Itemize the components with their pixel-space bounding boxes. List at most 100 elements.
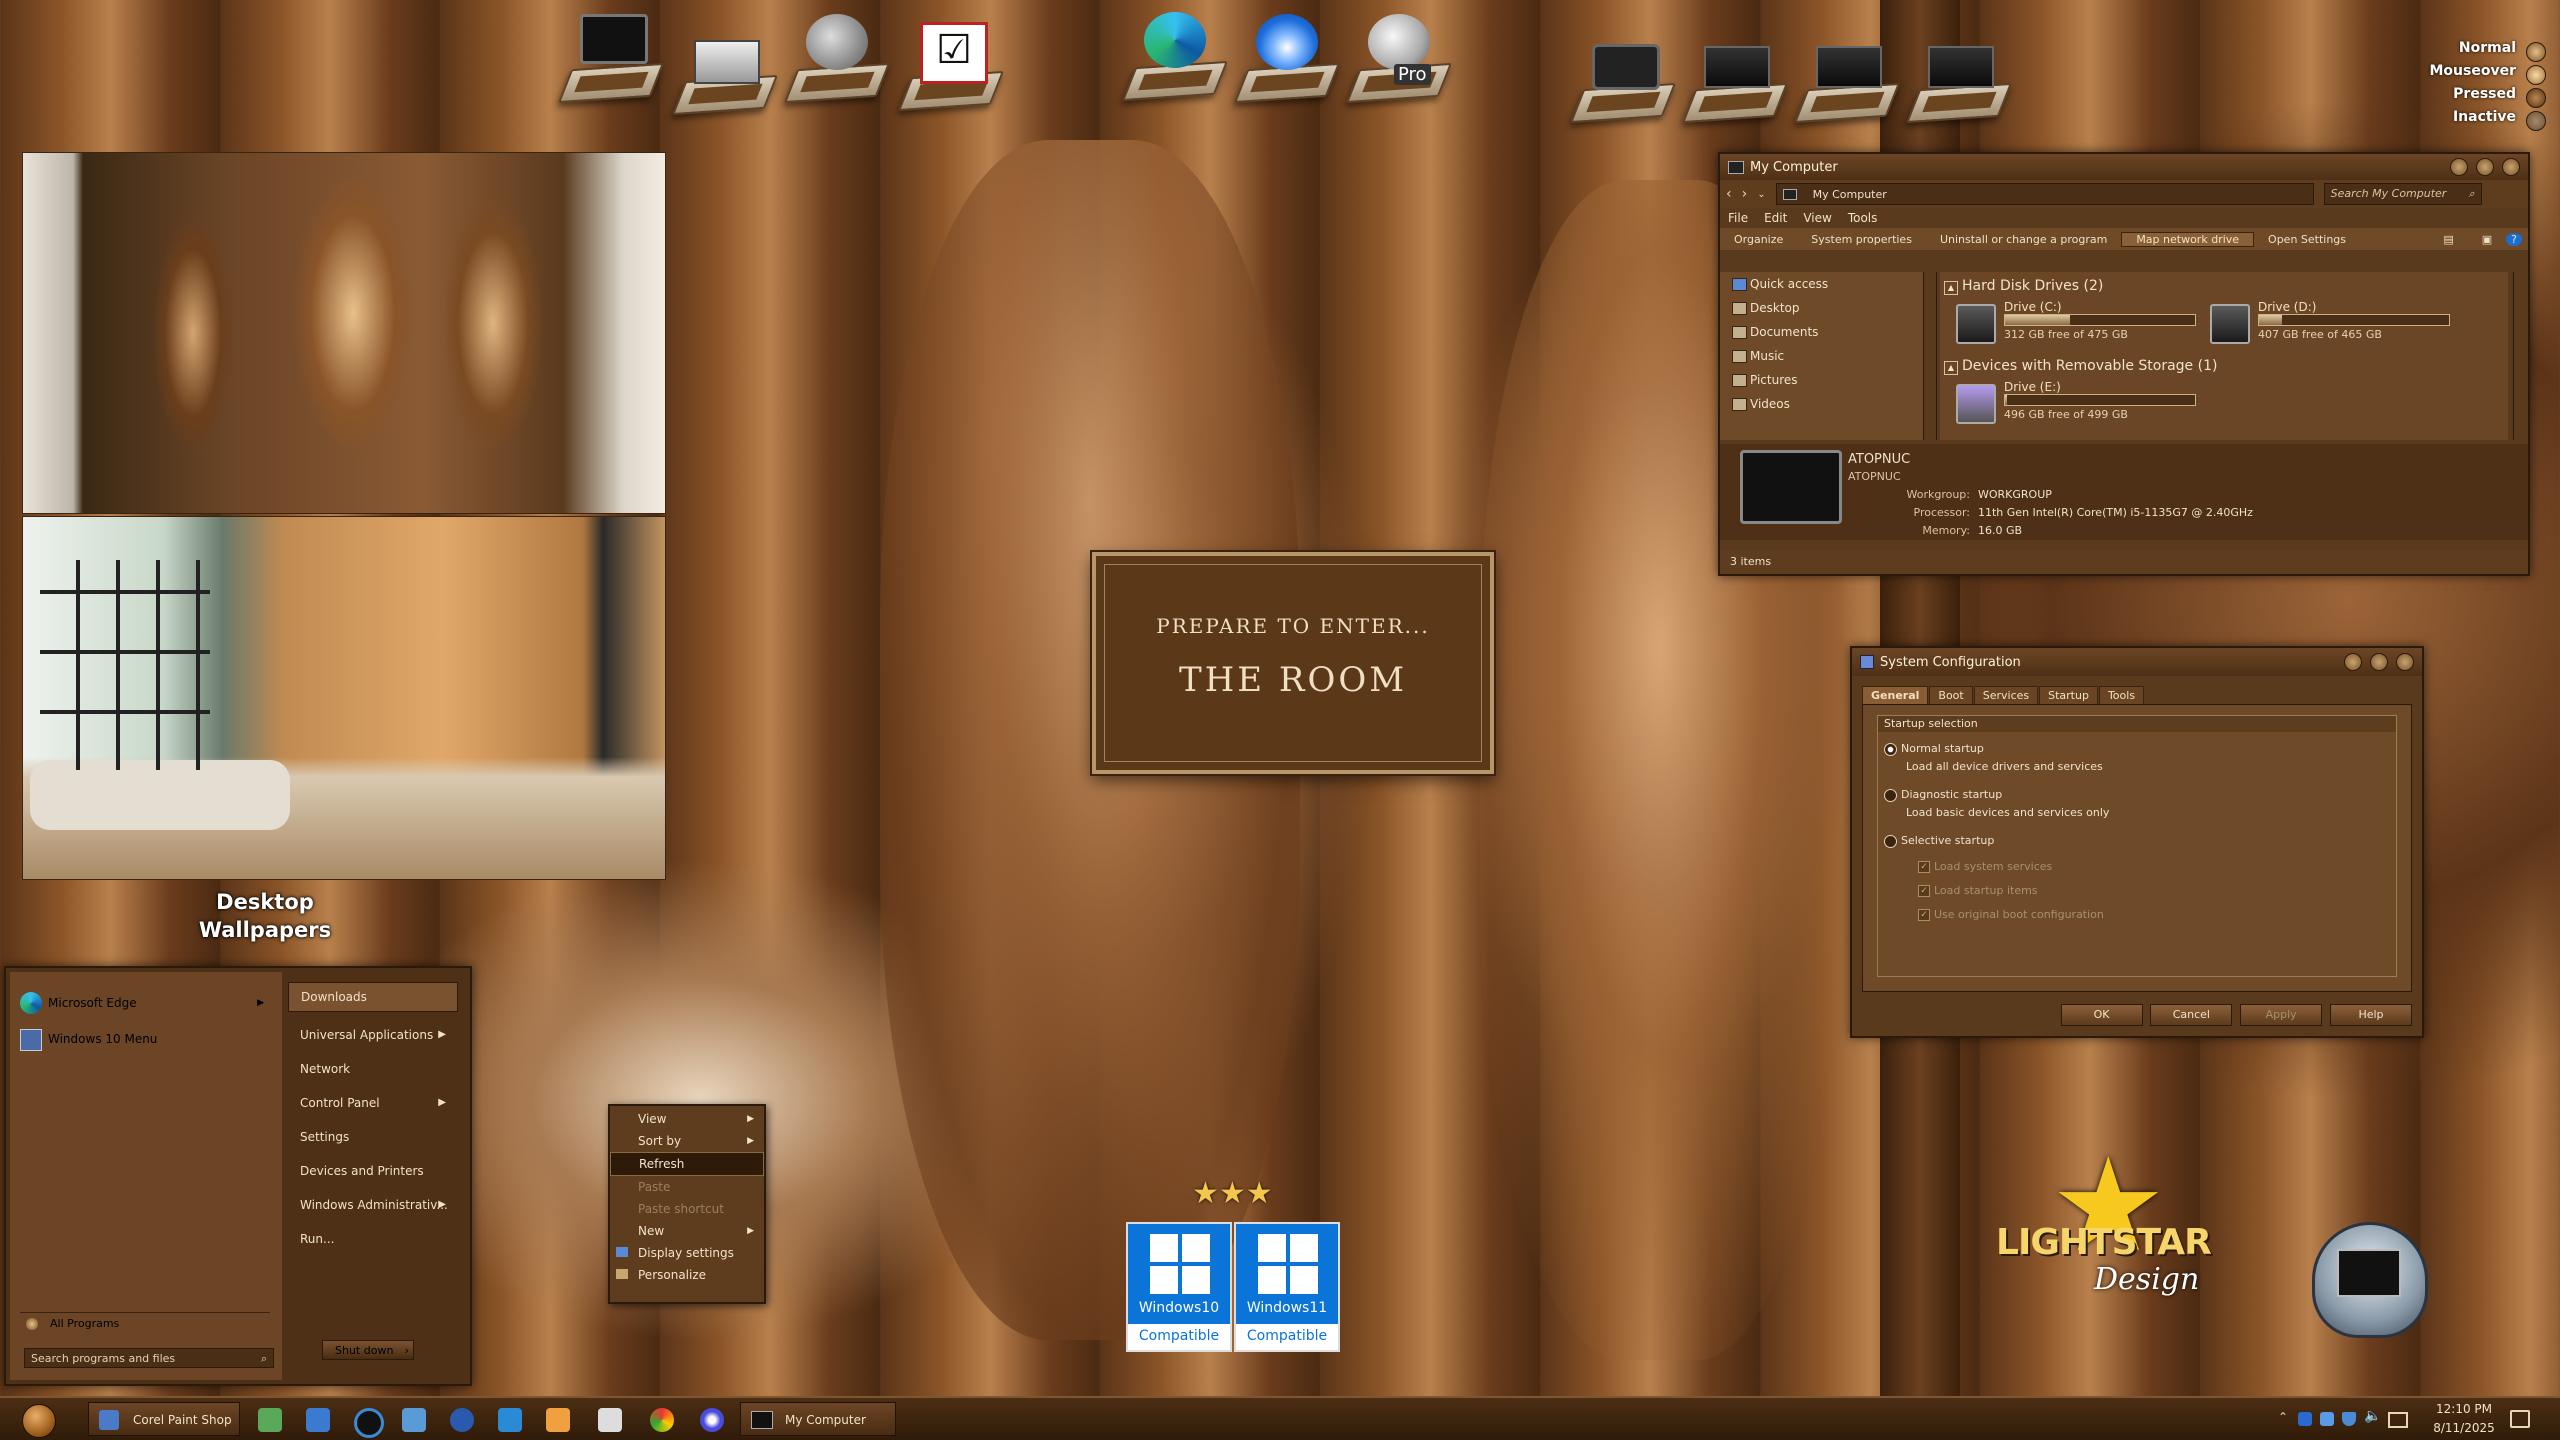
taskbar-item-corel[interactable]: Corel Paint Shop P... bbox=[88, 1402, 240, 1436]
nav-pictures[interactable]: Pictures bbox=[1720, 368, 1936, 392]
help-icon[interactable]: ? bbox=[2506, 232, 2522, 246]
nav-scrollbar[interactable] bbox=[1923, 272, 1936, 440]
recycle-bin-icon[interactable] bbox=[2312, 1222, 2428, 1338]
uninstall-button[interactable]: Uninstall or change a program bbox=[1926, 233, 2121, 246]
nav-desktop[interactable]: Desktop bbox=[1720, 296, 1936, 320]
ctx-refresh[interactable]: Refresh bbox=[610, 1152, 764, 1176]
taskbar-shield-icon[interactable] bbox=[598, 1408, 622, 1432]
drive-c[interactable]: Drive (C:) 312 GB free of 475 GB bbox=[1956, 300, 2216, 346]
title-bar[interactable]: My Computer bbox=[1720, 154, 2528, 180]
minimize-button[interactable] bbox=[2344, 653, 2362, 671]
taskbar-layers-icon[interactable] bbox=[498, 1408, 522, 1432]
drive-d[interactable]: Drive (D:) 407 GB free of 465 GB bbox=[2210, 300, 2470, 346]
load-startup-items-check[interactable]: ✓ Load startup items bbox=[1918, 884, 2038, 897]
ctx-display-settings[interactable]: Display settings bbox=[610, 1242, 764, 1264]
printer-desktop-icon[interactable] bbox=[671, 20, 779, 118]
taskbar-firefox-icon[interactable] bbox=[700, 1408, 724, 1432]
tab-general[interactable]: General bbox=[1862, 686, 1929, 704]
nav-quick-access[interactable]: Quick access bbox=[1720, 272, 1936, 296]
network-icon[interactable] bbox=[2388, 1412, 2408, 1428]
shutdown-button[interactable]: Shut down › bbox=[322, 1340, 414, 1360]
search-input[interactable]: Search My Computer ⌕ bbox=[2323, 183, 2482, 205]
close-button[interactable] bbox=[2502, 158, 2520, 176]
ctx-sort-by[interactable]: Sort by ▶ bbox=[610, 1130, 764, 1152]
tray-app-icon[interactable] bbox=[2298, 1412, 2312, 1426]
system-properties-button[interactable]: System properties bbox=[1797, 233, 1926, 246]
tab-boot[interactable]: Boot bbox=[1929, 686, 1973, 704]
removable-group-header[interactable]: ▲ Devices with Removable Storage (1) bbox=[1944, 358, 2217, 375]
minimize-button[interactable] bbox=[2450, 158, 2468, 176]
ctx-view[interactable]: View ▶ bbox=[610, 1108, 764, 1130]
organize-button[interactable]: Organize bbox=[1720, 233, 1797, 246]
ok-button[interactable]: OK bbox=[2060, 1004, 2143, 1026]
taskbar-item-my-computer[interactable]: My Computer bbox=[740, 1402, 896, 1436]
start-control-panel[interactable]: Control Panel ▶ bbox=[288, 1086, 458, 1120]
start-downloads[interactable]: Downloads bbox=[288, 982, 458, 1012]
cancel-button[interactable]: Cancel bbox=[2150, 1004, 2233, 1026]
tab-tools[interactable]: Tools bbox=[2098, 686, 2145, 704]
taskbar-windows-icon[interactable] bbox=[402, 1408, 426, 1432]
taskbar-media-icon[interactable] bbox=[546, 1408, 570, 1432]
tab-startup[interactable]: Startup bbox=[2039, 686, 2098, 704]
recent-icon[interactable]: ⌄ bbox=[1757, 189, 1765, 200]
menu-file[interactable]: File bbox=[1720, 211, 1756, 225]
apply-button[interactable]: Apply bbox=[2240, 1004, 2323, 1026]
hdd-group-header[interactable]: ▲ Hard Disk Drives (2) bbox=[1944, 278, 2103, 295]
start-settings[interactable]: Settings bbox=[288, 1120, 458, 1154]
ctx-paste-shortcut[interactable]: Paste shortcut bbox=[610, 1198, 764, 1220]
diagnostic-startup-radio[interactable]: Diagnostic startup bbox=[1884, 788, 2002, 802]
back-icon[interactable]: ‹ bbox=[1726, 186, 1732, 202]
address-bar[interactable]: My Computer bbox=[1775, 183, 2314, 205]
title-bar[interactable]: System Configuration bbox=[1852, 648, 2422, 676]
monitor-desktop-icon[interactable] bbox=[557, 8, 665, 106]
google-earth-pro-desktop-icon[interactable]: Pro bbox=[1345, 8, 1453, 106]
forward-icon[interactable]: › bbox=[1742, 186, 1748, 202]
taskbar-cursor-icon[interactable] bbox=[450, 1408, 474, 1432]
selective-startup-radio[interactable]: Selective startup bbox=[1884, 834, 1994, 848]
nav-videos[interactable]: Videos bbox=[1720, 392, 1936, 416]
defender-icon[interactable] bbox=[2342, 1412, 2356, 1426]
start-network[interactable]: Network bbox=[288, 1052, 458, 1086]
edge-desktop-icon[interactable] bbox=[1121, 6, 1229, 104]
volume-icon[interactable]: 🔈 bbox=[2364, 1408, 2381, 1424]
tab-services[interactable]: Services bbox=[1973, 686, 2039, 704]
taskbar-explorer-icon[interactable] bbox=[306, 1408, 330, 1432]
preview-pane-icon[interactable]: ▣ bbox=[2468, 233, 2506, 246]
ctx-new[interactable]: New ▶ bbox=[610, 1220, 764, 1242]
view-options-icon[interactable]: ▤ bbox=[2429, 233, 2467, 246]
start-devices-printers[interactable]: Devices and Printers bbox=[288, 1154, 458, 1188]
notification-icon[interactable] bbox=[2510, 1410, 2530, 1428]
menu-edit[interactable]: Edit bbox=[1756, 211, 1795, 225]
help-button[interactable]: Help bbox=[2330, 1004, 2412, 1026]
pinned-edge[interactable]: Microsoft Edge ▶ bbox=[20, 990, 270, 1016]
chevron-right-icon[interactable]: › bbox=[405, 1341, 409, 1361]
checklist-desktop-icon[interactable]: ☑ bbox=[897, 16, 1005, 114]
thunderbird-desktop-icon[interactable] bbox=[1233, 8, 1341, 106]
dark-folder-desktop-icon[interactable] bbox=[1681, 28, 1789, 126]
start-universal-apps[interactable]: Universal Applications ▶ bbox=[288, 1018, 458, 1052]
nav-documents[interactable]: Documents bbox=[1720, 320, 1936, 344]
content-scrollbar[interactable] bbox=[2513, 272, 2526, 440]
maximize-button[interactable] bbox=[2370, 653, 2388, 671]
load-system-services-check[interactable]: ✓ Load system services bbox=[1918, 860, 2052, 873]
menu-view[interactable]: View bbox=[1795, 211, 1839, 225]
start-run[interactable]: Run... bbox=[288, 1222, 458, 1256]
ctx-personalize[interactable]: Personalize bbox=[610, 1264, 764, 1286]
start-orb-button[interactable] bbox=[22, 1404, 56, 1438]
start-windows-admin[interactable]: Windows Administrativ... ▶ bbox=[288, 1188, 458, 1222]
ctx-paste[interactable]: Paste bbox=[610, 1176, 764, 1198]
nav-music[interactable]: Music bbox=[1720, 344, 1936, 368]
original-boot-config-check[interactable]: ✓ Use original boot configuration bbox=[1918, 908, 2104, 921]
satellite-dish-desktop-icon[interactable] bbox=[783, 8, 891, 106]
all-programs-button[interactable]: All Programs bbox=[20, 1312, 270, 1334]
taskbar-cloud-icon[interactable] bbox=[258, 1408, 282, 1432]
dark-folder-desktop-icon[interactable] bbox=[1905, 28, 2013, 126]
map-network-drive-button[interactable]: Map network drive bbox=[2121, 231, 2255, 247]
pinned-windows10-menu[interactable]: Windows 10 Menu bbox=[20, 1026, 270, 1052]
camera-desktop-icon[interactable] bbox=[1569, 28, 1677, 126]
maximize-button[interactable] bbox=[2476, 158, 2494, 176]
dark-folder-desktop-icon[interactable] bbox=[1793, 28, 1901, 126]
tray-app2-icon[interactable] bbox=[2320, 1412, 2334, 1426]
drive-e[interactable]: Drive (E:) 496 GB free of 499 GB bbox=[1956, 380, 2216, 426]
menu-tools[interactable]: Tools bbox=[1840, 211, 1886, 225]
